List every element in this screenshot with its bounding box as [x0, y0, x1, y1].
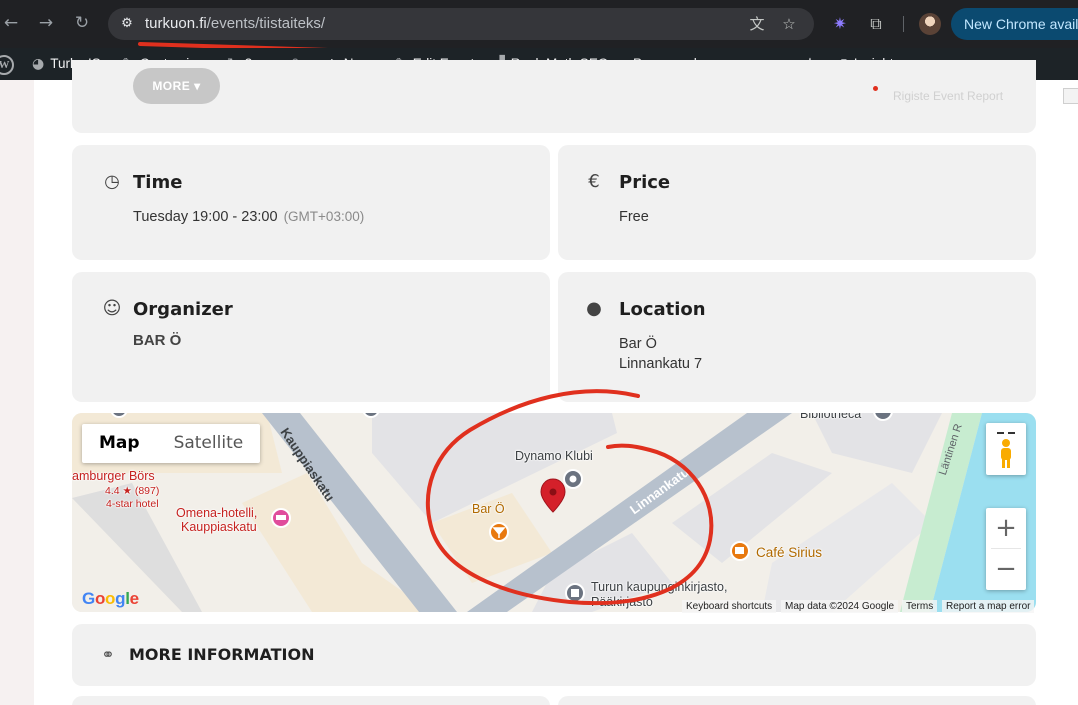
more-button[interactable]: MORE ▾ — [133, 68, 220, 104]
google-logo: Google — [82, 589, 139, 608]
terms-link[interactable]: Terms — [902, 600, 938, 613]
toolbar-divider — [903, 16, 904, 32]
map-view-button[interactable]: Map — [82, 424, 157, 463]
browser-toolbar: ← → ↻ ⚙ turkuon.fi/events/tiistaiteks/ 文… — [0, 0, 1078, 48]
profile-avatar[interactable] — [919, 13, 941, 35]
bookmark-star-icon[interactable]: ☆ — [780, 15, 798, 33]
map-data-attribution: Map data ©2024 Google — [781, 600, 899, 613]
price-value: Free — [619, 209, 649, 225]
time-range: Tuesday 19:00 - 23:00 — [133, 209, 278, 225]
euro-icon: € — [588, 171, 600, 192]
time-value: Tuesday 19:00 - 23:00 (GMT+03:00) — [133, 207, 364, 227]
poi-label-bar[interactable]: Bar Ö — [472, 502, 505, 516]
translate-icon[interactable]: 文 — [748, 15, 766, 33]
location-address: Linnankatu 7 — [619, 356, 703, 372]
report-map-error-link[interactable]: Report a map error — [942, 600, 1035, 613]
pegman-icon — [997, 432, 1015, 468]
street-view-pegman[interactable] — [986, 423, 1026, 475]
extension-sparkle-icon[interactable]: ✷ — [829, 13, 851, 35]
faded-background-text: Rigiste Event Report — [893, 89, 1004, 103]
location-title: Location — [619, 299, 706, 320]
reload-icon[interactable]: ↻ — [71, 12, 93, 34]
time-card: ◷ Time Tuesday 19:00 - 23:00 (GMT+03:00) — [72, 145, 550, 260]
poi-label-library[interactable]: Turun kaupunginkirjasto, — [591, 580, 727, 594]
address-bar[interactable]: ⚙ turkuon.fi/events/tiistaiteks/ 文 ☆ — [108, 8, 814, 40]
poi-label-library-2: Pääkirjasto — [591, 595, 653, 609]
site-info-icon[interactable]: ⚙ — [118, 15, 136, 33]
map-pin-icon: ● — [586, 298, 602, 319]
poi-label-bibliotheca[interactable]: Bibliotheca — [800, 413, 861, 421]
organizer-name[interactable]: BAR Ö — [133, 331, 181, 351]
price-title: Price — [619, 172, 671, 193]
poi-label-hamburger[interactable]: amburger Börs — [72, 469, 155, 483]
price-card: € Price Free — [558, 145, 1036, 260]
zoom-in-button[interactable]: + — [986, 508, 1026, 548]
clock-icon: ◷ — [104, 171, 120, 192]
more-information-card[interactable]: ⚭ MORE INFORMATION — [72, 624, 1036, 686]
smiley-icon: ☺ — [102, 298, 122, 319]
more-information-title: MORE INFORMATION — [129, 645, 315, 664]
map-zoom-controls: + − — [986, 508, 1026, 590]
next-card-left — [72, 696, 550, 705]
location-card: ● Location Bar Ö Linnankatu 7 — [558, 272, 1036, 402]
next-card-right — [558, 696, 1036, 705]
user-placeholder-icon — [1063, 88, 1078, 104]
poi-label-dynamo[interactable]: Dynamo Klubi — [515, 449, 593, 463]
organizer-card: ☺ Organizer BAR Ö — [72, 272, 550, 402]
extensions-puzzle-icon[interactable]: ⧉ — [865, 13, 887, 35]
timezone: (GMT+03:00) — [283, 209, 365, 224]
forward-arrow-icon[interactable]: → — [35, 12, 57, 34]
poi-type-hamburger: 4-star hotel — [106, 498, 159, 510]
location-name: Bar Ö — [619, 336, 657, 352]
time-title: Time — [133, 172, 183, 193]
wordpress-logo-icon[interactable]: W — [0, 55, 14, 75]
notification-dot — [873, 86, 878, 91]
url-host: turkuon.fi — [145, 15, 207, 32]
satellite-view-button[interactable]: Satellite — [157, 424, 261, 463]
chrome-update-button[interactable]: New Chrome availa — [951, 8, 1078, 40]
url-text[interactable]: turkuon.fi/events/tiistaiteks/ — [145, 15, 325, 32]
poi-rating-hamburger: 4.4 ★ (897) — [105, 485, 160, 497]
back-arrow-icon[interactable]: ← — [0, 12, 22, 34]
poi-label-cafe-sirius[interactable]: Café Sirius — [756, 545, 822, 560]
poi-label-omena[interactable]: Omena-hotelli, — [176, 506, 257, 520]
poi-label-omena-2: Kauppiaskatu — [181, 520, 257, 534]
dashboard-icon: ◕ — [32, 56, 45, 72]
zoom-out-button[interactable]: − — [986, 549, 1026, 589]
link-icon: ⚭ — [101, 645, 115, 664]
url-path: /events/tiistaiteks/ — [206, 15, 326, 32]
organizer-title: Organizer — [133, 299, 233, 320]
more-button-label: MORE — [152, 79, 191, 93]
map-type-toggle: Map Satellite — [82, 424, 261, 463]
keyboard-shortcuts-link[interactable]: Keyboard shortcuts — [682, 600, 777, 613]
